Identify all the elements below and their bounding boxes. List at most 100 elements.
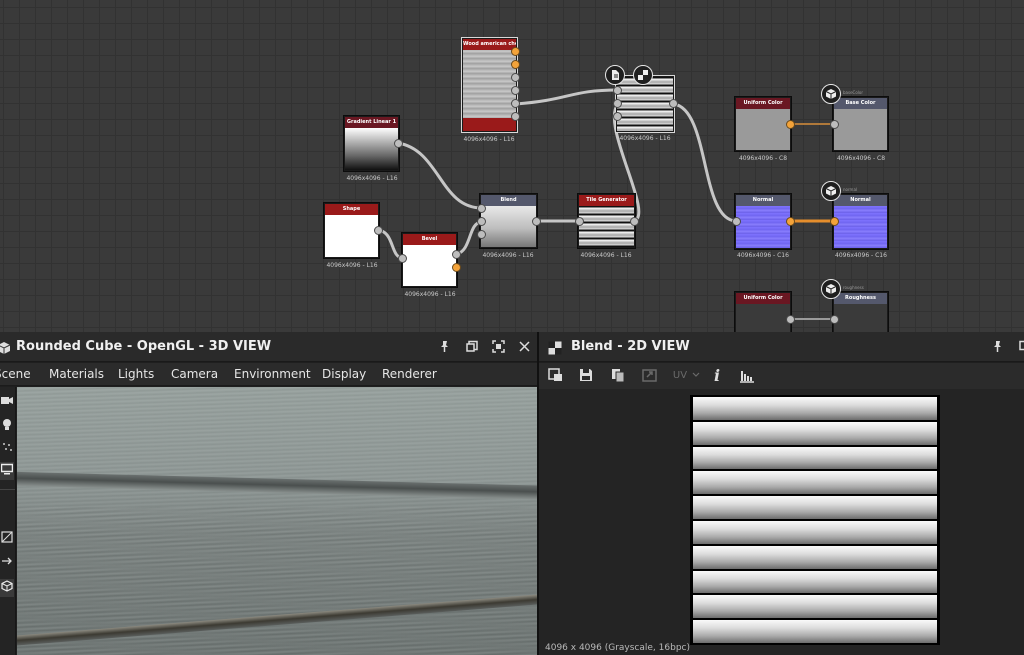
pin-icon[interactable] [990, 340, 1004, 354]
camera-icon[interactable] [0, 393, 14, 411]
node-gradient-linear[interactable]: Gradient Linear 1 [343, 115, 400, 172]
sparkle-icon[interactable] [0, 440, 14, 458]
document-icon[interactable] [605, 65, 625, 85]
input-port[interactable] [477, 204, 486, 213]
menu-item-camera[interactable]: Camera [171, 367, 218, 381]
node-thumbnail [481, 206, 536, 247]
close-icon[interactable] [517, 340, 531, 354]
checker-icon[interactable] [633, 65, 653, 85]
menu-item-materials[interactable]: Materials [49, 367, 104, 381]
node-thumbnail [325, 215, 378, 257]
histogram-icon[interactable] [738, 367, 756, 385]
input-port[interactable] [477, 230, 486, 239]
cube-icon[interactable] [821, 279, 841, 299]
sidebar-divider [0, 489, 15, 490]
export-icon[interactable] [641, 367, 659, 385]
output-port[interactable] [511, 112, 520, 121]
panel-title: Blend - 2D VIEW [571, 339, 690, 354]
menu-item-lights[interactable]: Lights [118, 367, 154, 381]
node-blend[interactable]: Blend [479, 193, 538, 249]
input-port[interactable] [398, 254, 407, 263]
texture-strip [693, 595, 937, 619]
input-port[interactable] [732, 217, 741, 226]
cube-icon[interactable] [821, 84, 841, 104]
app-window: Wood american cherry 4096x4096 - L16 Gra… [0, 0, 1024, 655]
output-port[interactable] [452, 250, 461, 259]
maximize-icon[interactable] [491, 340, 505, 354]
output-port[interactable] [630, 217, 639, 226]
output-port[interactable] [511, 86, 520, 95]
node-title: Roughness [834, 293, 887, 304]
input-port[interactable] [613, 86, 622, 95]
info-icon[interactable]: i [711, 367, 723, 385]
output-port[interactable] [511, 73, 520, 82]
chevron-down-icon[interactable] [691, 367, 701, 385]
menu-bar: Scene Materials Lights Camera Environmen… [0, 363, 537, 386]
output-port[interactable] [669, 99, 678, 108]
input-port[interactable] [477, 217, 486, 226]
display-icon[interactable] [0, 462, 14, 480]
node-caption: 4096x4096 - L16 [482, 252, 534, 259]
restore-window-icon[interactable] [465, 340, 479, 354]
node-caption: 4096x4096 - C16 [737, 252, 789, 259]
3d-viewport[interactable] [17, 387, 537, 655]
pin-icon[interactable] [437, 340, 451, 354]
texture-strip [693, 421, 937, 445]
input-port[interactable] [613, 99, 622, 108]
node-thumbnail [736, 304, 790, 332]
output-tag: roughness [843, 285, 864, 290]
light-bulb-icon[interactable] [0, 417, 14, 435]
input-port[interactable] [575, 217, 584, 226]
menu-item-renderer[interactable]: Renderer [382, 367, 437, 381]
node-wood-american-cherry[interactable]: Wood american cherry [461, 37, 518, 133]
fit-view-icon[interactable] [547, 367, 565, 385]
node-title: Tile Generator [579, 195, 634, 206]
node-tile-generator[interactable]: Tile Generator [577, 193, 636, 249]
node-caption: 4096x4096 - C8 [836, 155, 886, 162]
node-uniform-color[interactable]: Uniform Color [734, 291, 792, 332]
input-port[interactable] [830, 315, 839, 324]
output-port[interactable] [511, 60, 520, 69]
node-normal[interactable]: Normal [734, 193, 792, 250]
output-port[interactable] [374, 226, 383, 235]
menu-item-environment[interactable]: Environment [234, 367, 311, 381]
node-caption: 4096x4096 - L16 [580, 252, 632, 259]
output-port[interactable] [394, 139, 403, 148]
node-title: Uniform Color [736, 98, 790, 109]
cube-icon[interactable] [0, 579, 14, 597]
input-port[interactable] [613, 112, 622, 121]
output-port[interactable] [786, 217, 795, 226]
node-shape[interactable]: Shape [323, 202, 380, 259]
output-port[interactable] [452, 263, 461, 272]
output-port[interactable] [511, 99, 520, 108]
restore-window-icon[interactable] [1016, 340, 1024, 354]
output-port[interactable] [786, 120, 795, 129]
input-port[interactable] [830, 120, 839, 129]
cube-frame-icon[interactable] [0, 530, 14, 548]
wire [396, 141, 484, 210]
node-title: Wood american cherry [463, 39, 516, 50]
node-output-base-color[interactable]: Base Color [832, 96, 889, 152]
input-port[interactable] [830, 217, 839, 226]
cube-icon[interactable] [821, 181, 841, 201]
output-port[interactable] [786, 315, 795, 324]
output-port[interactable] [511, 47, 520, 56]
copy-icon[interactable] [609, 367, 627, 385]
arrow-right-icon[interactable] [0, 554, 14, 572]
save-icon[interactable] [577, 367, 595, 385]
texture-strip [693, 545, 937, 569]
node-output-normal[interactable]: Normal [832, 193, 889, 250]
2d-canvas[interactable]: 4096 x 4096 (Grayscale, 16bpc) [539, 389, 1024, 655]
menu-item-scene[interactable]: Scene [0, 367, 31, 381]
node-output-roughness[interactable]: Roughness [832, 291, 889, 332]
output-port[interactable] [532, 217, 541, 226]
uv-toggle[interactable]: UV [671, 367, 689, 385]
node-thumbnail [463, 50, 516, 118]
node-thumbnail [736, 109, 790, 150]
node-bevel[interactable]: Bevel [401, 232, 458, 288]
node-thumbnail [834, 206, 887, 248]
node-uniform-color[interactable]: Uniform Color [734, 96, 792, 152]
node-thumbnail [617, 77, 673, 131]
menu-item-display[interactable]: Display [322, 367, 366, 381]
node-graph[interactable]: Wood american cherry 4096x4096 - L16 Gra… [0, 0, 1024, 332]
